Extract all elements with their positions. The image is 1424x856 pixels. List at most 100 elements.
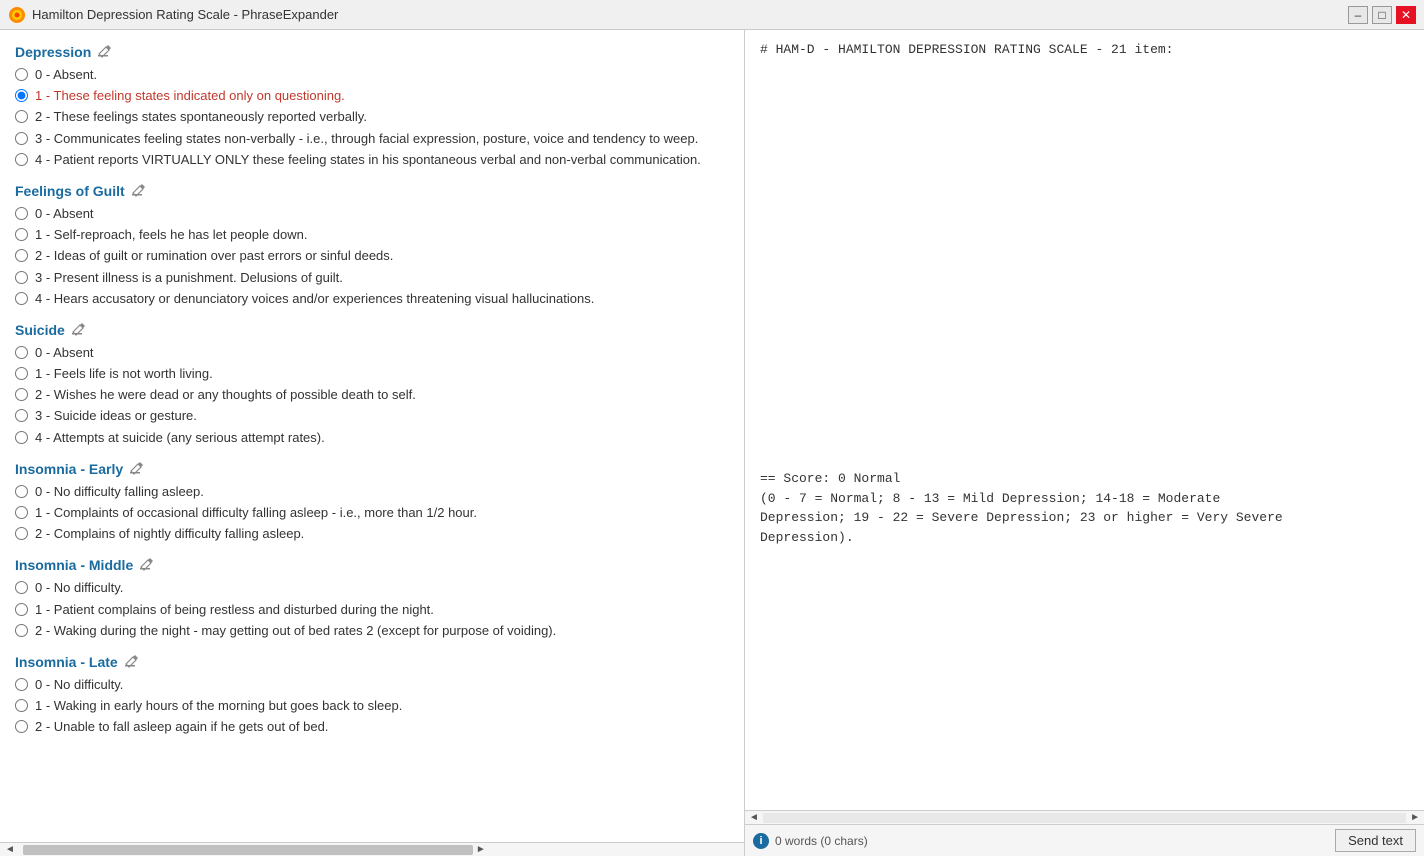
option-row-insomnia-middle-1: 1 - Patient complains of being restless …	[15, 601, 729, 619]
info-icon: i	[753, 833, 769, 849]
radio-feelings-of-guilt-1[interactable]	[15, 228, 28, 241]
option-row-suicide-4: 4 - Attempts at suicide (any serious att…	[15, 429, 729, 447]
radio-suicide-3[interactable]	[15, 409, 28, 422]
radio-insomnia-middle-1[interactable]	[15, 603, 28, 616]
edit-icon-feelings-of-guilt[interactable]	[131, 184, 145, 198]
radio-suicide-2[interactable]	[15, 388, 28, 401]
hscroll-left-arrow[interactable]: ◄	[2, 844, 18, 855]
window-title: Hamilton Depression Rating Scale - Phras…	[32, 7, 338, 22]
option-row-depression-2: 2 - These feelings states spontaneously …	[15, 108, 729, 126]
option-text-insomnia-early-1: 1 - Complaints of occasional difficulty …	[35, 504, 477, 522]
option-text-feelings-of-guilt-0: 0 - Absent	[35, 205, 94, 223]
radio-feelings-of-guilt-4[interactable]	[15, 292, 28, 305]
bottom-bar: i 0 words (0 chars) Send text	[745, 824, 1424, 856]
option-text-insomnia-middle-0: 0 - No difficulty.	[35, 579, 123, 597]
radio-depression-0[interactable]	[15, 68, 28, 81]
section-header-insomnia-middle: Insomnia - Middle	[15, 557, 729, 573]
option-row-suicide-3: 3 - Suicide ideas or gesture.	[15, 407, 729, 425]
section-label-feelings-of-guilt: Feelings of Guilt	[15, 183, 125, 199]
option-row-depression-3: 3 - Communicates feeling states non-verb…	[15, 130, 729, 148]
option-text-insomnia-middle-1: 1 - Patient complains of being restless …	[35, 601, 434, 619]
radio-depression-2[interactable]	[15, 110, 28, 123]
minimize-button[interactable]: –	[1348, 6, 1368, 24]
radio-insomnia-late-1[interactable]	[15, 699, 28, 712]
option-row-feelings-of-guilt-4: 4 - Hears accusatory or denunciatory voi…	[15, 290, 729, 308]
option-text-suicide-2: 2 - Wishes he were dead or any thoughts …	[35, 386, 416, 404]
radio-depression-1[interactable]	[15, 89, 28, 102]
right-panel: # HAM-D - HAMILTON DEPRESSION RATING SCA…	[745, 30, 1424, 856]
close-button[interactable]: ✕	[1396, 6, 1416, 24]
radio-insomnia-early-1[interactable]	[15, 506, 28, 519]
radio-feelings-of-guilt-2[interactable]	[15, 249, 28, 262]
option-row-depression-1: 1 - These feeling states indicated only …	[15, 87, 729, 105]
option-text-depression-3: 3 - Communicates feeling states non-verb…	[35, 130, 698, 148]
edit-icon-suicide[interactable]	[71, 323, 85, 337]
radio-insomnia-late-0[interactable]	[15, 678, 28, 691]
word-count-area: i 0 words (0 chars)	[753, 833, 1327, 849]
radio-insomnia-middle-2[interactable]	[15, 624, 28, 637]
option-text-feelings-of-guilt-3: 3 - Present illness is a punishment. Del…	[35, 269, 343, 287]
section-label-insomnia-early: Insomnia - Early	[15, 461, 123, 477]
edit-icon-insomnia-early[interactable]	[129, 462, 143, 476]
hscroll-thumb[interactable]	[23, 845, 473, 855]
option-text-feelings-of-guilt-1: 1 - Self-reproach, feels he has let peop…	[35, 226, 307, 244]
edit-icon-insomnia-middle[interactable]	[139, 558, 153, 572]
option-row-feelings-of-guilt-3: 3 - Present illness is a punishment. Del…	[15, 269, 729, 287]
option-text-insomnia-late-0: 0 - No difficulty.	[35, 676, 123, 694]
option-row-suicide-1: 1 - Feels life is not worth living.	[15, 365, 729, 383]
radio-suicide-1[interactable]	[15, 367, 28, 380]
option-row-depression-4: 4 - Patient reports VIRTUALLY ONLY these…	[15, 151, 729, 169]
right-scroll-area[interactable]: # HAM-D - HAMILTON DEPRESSION RATING SCA…	[745, 30, 1424, 810]
option-row-insomnia-middle-2: 2 - Waking during the night - may gettin…	[15, 622, 729, 640]
option-row-insomnia-late-0: 0 - No difficulty.	[15, 676, 729, 694]
radio-insomnia-late-2[interactable]	[15, 720, 28, 733]
right-horizontal-scrollbar[interactable]: ◄ ►	[745, 810, 1424, 824]
option-row-insomnia-late-1: 1 - Waking in early hours of the morning…	[15, 697, 729, 715]
option-text-insomnia-late-1: 1 - Waking in early hours of the morning…	[35, 697, 402, 715]
radio-insomnia-middle-0[interactable]	[15, 581, 28, 594]
word-count-text: 0 words (0 chars)	[775, 834, 868, 848]
title-bar: Hamilton Depression Rating Scale - Phras…	[0, 0, 1424, 30]
option-row-insomnia-early-2: 2 - Complains of nightly difficulty fall…	[15, 525, 729, 543]
section-label-depression: Depression	[15, 44, 91, 60]
send-text-button[interactable]: Send text	[1335, 829, 1416, 852]
option-row-feelings-of-guilt-1: 1 - Self-reproach, feels he has let peop…	[15, 226, 729, 244]
option-row-suicide-0: 0 - Absent	[15, 344, 729, 362]
radio-feelings-of-guilt-3[interactable]	[15, 271, 28, 284]
left-horizontal-scrollbar[interactable]: ◄ ►	[0, 842, 744, 856]
right-hscroll-right-arrow[interactable]: ►	[1406, 812, 1424, 823]
main-container: Depression 0 - Absent. 1 - These feeling s…	[0, 30, 1424, 856]
option-text-insomnia-middle-2: 2 - Waking during the night - may gettin…	[35, 622, 556, 640]
radio-depression-4[interactable]	[15, 153, 28, 166]
right-hscroll-track	[763, 813, 1406, 823]
left-scroll-area[interactable]: Depression 0 - Absent. 1 - These feeling s…	[0, 30, 744, 842]
right-hscroll-left-arrow[interactable]: ◄	[745, 812, 763, 823]
radio-insomnia-early-2[interactable]	[15, 527, 28, 540]
radio-suicide-4[interactable]	[15, 431, 28, 444]
hscroll-right-arrow[interactable]: ►	[473, 844, 489, 855]
option-row-insomnia-middle-0: 0 - No difficulty.	[15, 579, 729, 597]
option-text-depression-2: 2 - These feelings states spontaneously …	[35, 108, 367, 126]
option-text-suicide-3: 3 - Suicide ideas or gesture.	[35, 407, 197, 425]
section-label-insomnia-late: Insomnia - Late	[15, 654, 118, 670]
radio-depression-3[interactable]	[15, 132, 28, 145]
window-controls: – □ ✕	[1348, 6, 1416, 24]
section-header-depression: Depression	[15, 44, 729, 60]
option-text-depression-0: 0 - Absent.	[35, 66, 97, 84]
radio-suicide-0[interactable]	[15, 346, 28, 359]
section-header-insomnia-late: Insomnia - Late	[15, 654, 729, 670]
option-text-insomnia-early-0: 0 - No difficulty falling asleep.	[35, 483, 204, 501]
edit-icon-insomnia-late[interactable]	[124, 655, 138, 669]
option-text-feelings-of-guilt-4: 4 - Hears accusatory or denunciatory voi…	[35, 290, 594, 308]
section-label-insomnia-middle: Insomnia - Middle	[15, 557, 133, 573]
radio-insomnia-early-0[interactable]	[15, 485, 28, 498]
option-row-insomnia-late-2: 2 - Unable to fall asleep again if he ge…	[15, 718, 729, 736]
maximize-button[interactable]: □	[1372, 6, 1392, 24]
option-row-depression-0: 0 - Absent.	[15, 66, 729, 84]
option-text-suicide-4: 4 - Attempts at suicide (any serious att…	[35, 429, 325, 447]
edit-icon-depression[interactable]	[97, 45, 111, 59]
section-label-suicide: Suicide	[15, 322, 65, 338]
radio-feelings-of-guilt-0[interactable]	[15, 207, 28, 220]
option-text-feelings-of-guilt-2: 2 - Ideas of guilt or rumination over pa…	[35, 247, 393, 265]
left-panel: Depression 0 - Absent. 1 - These feeling s…	[0, 30, 745, 856]
